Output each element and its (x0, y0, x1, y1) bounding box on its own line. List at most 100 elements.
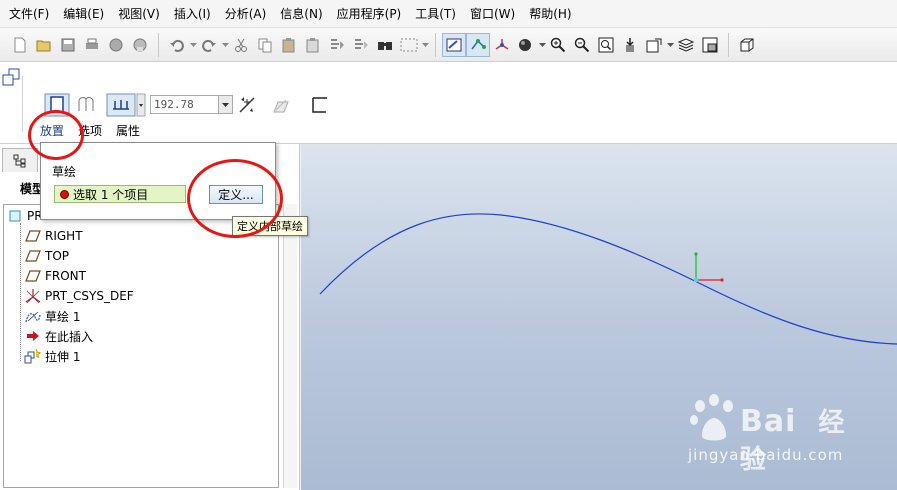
redo-icon[interactable] (197, 33, 221, 57)
toolbar-separator (728, 32, 729, 57)
tree-item-top[interactable]: TOP (24, 246, 69, 266)
depth-value-text: 192.78 (154, 98, 194, 111)
depth-dropdown-arrow-icon[interactable] (218, 96, 232, 113)
sketch-curve[interactable] (319, 213, 897, 345)
find-icon[interactable] (373, 33, 397, 57)
define-button[interactable]: 定义... (209, 185, 263, 204)
menu-help[interactable]: 帮助(H) (522, 0, 578, 28)
select-dropdown-icon[interactable] (421, 33, 429, 57)
model-tree-tab-icon[interactable] (2, 148, 38, 172)
dashboard-separator (22, 76, 23, 132)
menu-view[interactable]: 视图(V) (111, 0, 167, 28)
datum-plane-icon (24, 228, 42, 244)
menu-file[interactable]: 文件(F) (2, 0, 56, 28)
main-toolbar (0, 28, 897, 62)
open-icon[interactable] (32, 33, 56, 57)
cut-icon[interactable] (229, 33, 253, 57)
redo-dropdown-icon[interactable] (221, 33, 229, 57)
zoom-out-icon[interactable] (570, 33, 594, 57)
menu-bar: 文件(F) 编辑(E) 视图(V) 插入(I) 分析(A) 信息(N) 应用程序… (0, 0, 897, 28)
baidu-watermark: Bai 经验 jingyan.baidu.com (686, 388, 856, 475)
datum-plane-icon (24, 268, 42, 284)
toolbar-separator (158, 32, 159, 57)
depth-option-button[interactable] (106, 93, 146, 120)
undo-dropdown-icon[interactable] (189, 33, 197, 57)
csys-icon (24, 288, 42, 304)
print-icon[interactable] (80, 33, 104, 57)
toolbar-separator (435, 32, 436, 57)
menu-edit[interactable]: 编辑(E) (56, 0, 111, 28)
shading-dropdown-icon[interactable] (538, 33, 546, 57)
collector-status-icon (60, 189, 69, 199)
mail-attach-icon[interactable] (128, 33, 152, 57)
part-icon (6, 208, 24, 224)
select-box-icon[interactable] (397, 33, 421, 57)
tree-item-sketch[interactable]: 草绘 1 (24, 306, 80, 326)
thicken-sketch-icon[interactable] (310, 96, 328, 117)
tree-item-label: TOP (45, 249, 70, 263)
menu-applications[interactable]: 应用程序(P) (330, 0, 409, 28)
sketch-section-label: 草绘 (52, 165, 77, 179)
extrude-solid-button[interactable] (44, 93, 70, 120)
menu-insert[interactable]: 插入(I) (167, 0, 218, 28)
tree-item-right[interactable]: RIGHT (24, 226, 83, 246)
menu-analysis[interactable]: 分析(A) (218, 0, 274, 28)
saved-views-icon[interactable] (642, 33, 666, 57)
tree-item-insert-here[interactable]: 在此插入 (24, 326, 93, 346)
extrude-dashboard: 192.78 放置 选项 属性 (0, 62, 897, 144)
saved-views-dropdown-icon[interactable] (666, 33, 674, 57)
csys-display-icon[interactable] (490, 33, 514, 57)
tree-item-front[interactable]: FRONT (24, 266, 86, 286)
remove-material-icon[interactable] (272, 96, 290, 117)
view-manager-icon[interactable] (698, 33, 722, 57)
insert-here-arrow-icon (24, 328, 42, 344)
dashboard-tabs: 放置 选项 属性 (40, 123, 154, 139)
menu-tools[interactable]: 工具(T) (408, 0, 463, 28)
tree-item-label: 草绘 1 (45, 309, 81, 324)
tree-item-label: 在此插入 (45, 329, 94, 344)
extrude-surface-button[interactable] (76, 95, 96, 118)
flip-direction-icon[interactable] (238, 96, 256, 117)
sketch-view-icon[interactable] (442, 32, 466, 57)
zoom-in-icon[interactable] (546, 33, 570, 57)
depth-value-field[interactable]: 192.78 (150, 95, 233, 114)
undo-icon[interactable] (165, 33, 189, 57)
regenerate-icon[interactable] (325, 33, 349, 57)
layers-icon[interactable] (674, 33, 698, 57)
paste-icon[interactable] (277, 33, 301, 57)
tree-item-csys[interactable]: PRT_CSYS_DEF (24, 286, 134, 306)
menu-window[interactable]: 窗口(W) (463, 0, 522, 28)
datum-plane-icon (24, 248, 42, 264)
sketch-collector[interactable]: 选取 1 个项目 (54, 185, 186, 203)
box-view-icon[interactable] (735, 33, 759, 57)
collector-text: 选取 1 个项目 (73, 187, 149, 202)
watermark-brand: Bai (740, 404, 797, 439)
reorient-icon[interactable] (618, 33, 642, 57)
tree-item-label: RIGHT (45, 229, 83, 243)
tree-item-label: FRONT (45, 269, 86, 283)
shading-icon[interactable] (514, 33, 538, 57)
tree-connector-line (20, 223, 21, 361)
tree-splitter[interactable] (283, 204, 297, 488)
regen-manager-icon[interactable] (349, 33, 373, 57)
copy-icon[interactable] (253, 33, 277, 57)
datum-points-icon[interactable] (466, 32, 490, 57)
tree-item-label: 拉伸 1 (45, 349, 81, 364)
csys-marker (693, 252, 724, 283)
save-icon[interactable] (56, 33, 80, 57)
tree-item-extrude[interactable]: 拉伸 1 (24, 346, 80, 366)
send-mail-icon[interactable] (104, 33, 128, 57)
tab-options[interactable]: 选项 (78, 123, 102, 139)
extrude-icon (24, 348, 42, 364)
paste-special-icon[interactable] (301, 33, 325, 57)
watermark-url: jingyan.baidu.com (688, 446, 844, 464)
define-tooltip: 定义内部草绘 (232, 216, 308, 236)
refit-icon[interactable] (594, 33, 618, 57)
menu-info[interactable]: 信息(N) (273, 0, 329, 28)
tab-placement[interactable]: 放置 (40, 123, 64, 139)
new-icon[interactable] (8, 33, 32, 57)
tree-root[interactable]: PR (6, 206, 43, 226)
sketch-icon (24, 308, 42, 324)
creo-window: 文件(F) 编辑(E) 视图(V) 插入(I) 分析(A) 信息(N) 应用程序… (0, 0, 897, 490)
tab-properties[interactable]: 属性 (116, 123, 140, 139)
